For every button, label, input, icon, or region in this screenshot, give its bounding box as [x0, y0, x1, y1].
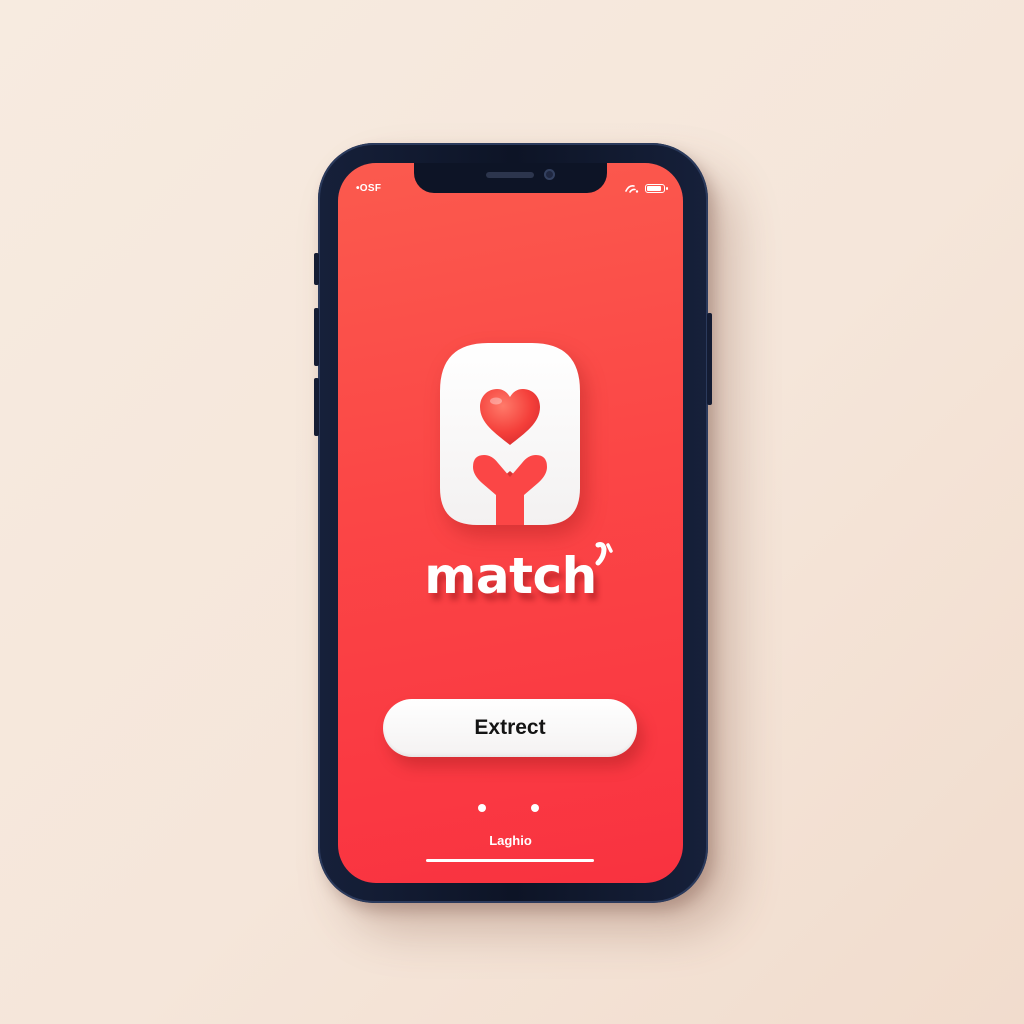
status-bar-text: •OSF: [356, 183, 382, 194]
signal-icon: [625, 183, 639, 193]
status-bar-icons: [625, 183, 668, 193]
home-indicator[interactable]: [426, 859, 594, 862]
bottom-link[interactable]: Laghio: [338, 833, 683, 848]
heart-pin-logo-icon: [440, 343, 580, 525]
extrect-button[interactable]: Extrect: [383, 699, 637, 757]
speaker-grille: [486, 172, 534, 178]
volume-down-button: [314, 378, 319, 436]
volume-up-button: [314, 308, 319, 366]
app-wordmark: match: [424, 547, 597, 605]
phone-device: •OSF match Extrect Laghio: [314, 143, 712, 903]
notch: [414, 163, 607, 193]
app-screen: •OSF match Extrect Laghio: [338, 163, 683, 883]
silent-switch: [314, 253, 319, 285]
page-indicator: [478, 804, 539, 812]
sparkle-mark-icon: [595, 542, 613, 566]
page-dot: [478, 804, 486, 812]
front-camera-icon: [544, 169, 555, 180]
power-button: [707, 313, 712, 405]
page-dot: [531, 804, 539, 812]
battery-icon: [645, 183, 668, 193]
